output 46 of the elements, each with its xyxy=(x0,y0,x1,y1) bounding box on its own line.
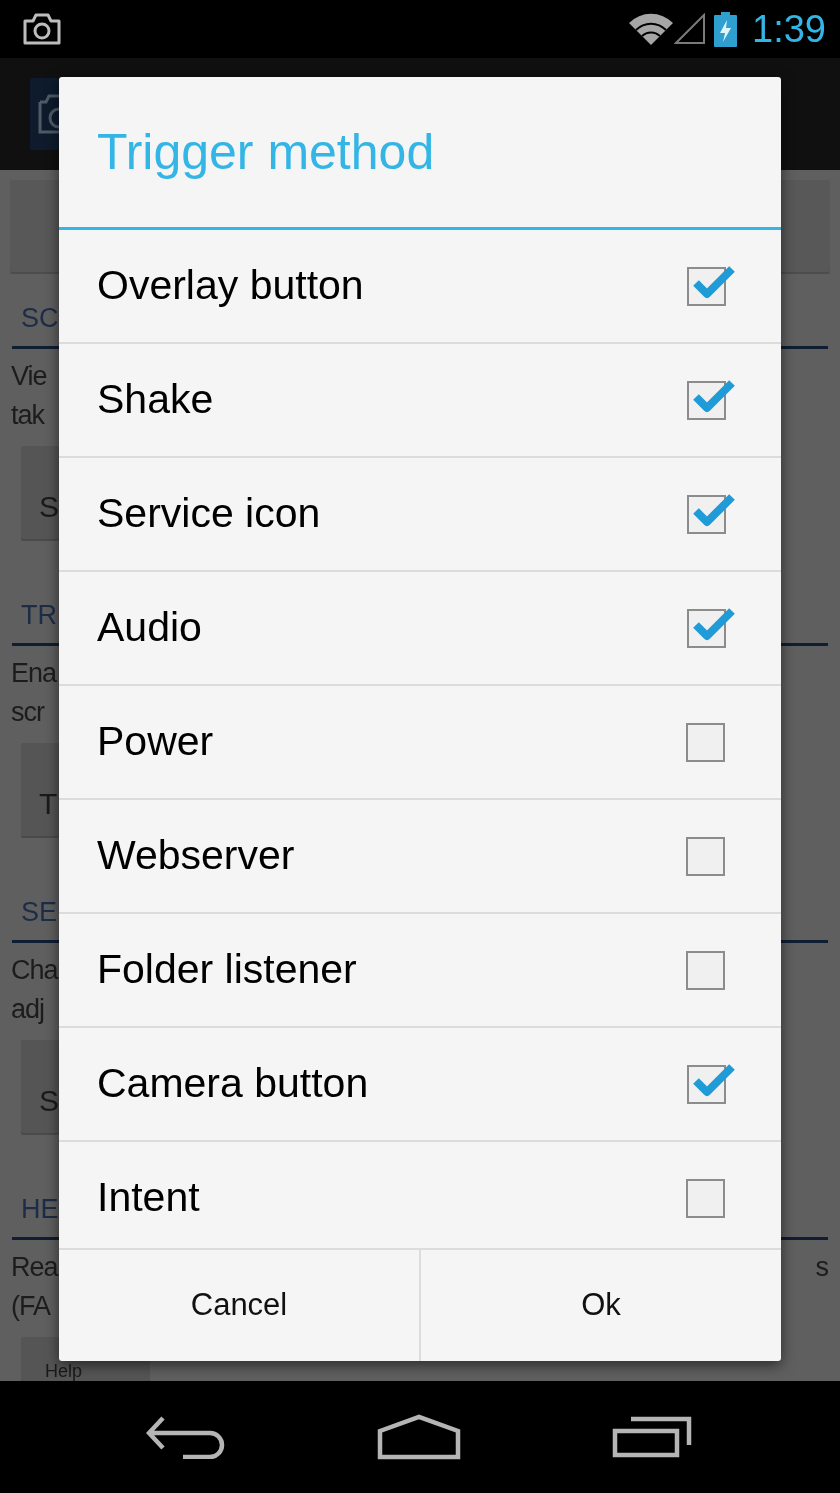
recents-icon[interactable] xyxy=(612,1416,692,1458)
option-label: Folder listener xyxy=(97,945,357,995)
checkbox[interactable] xyxy=(686,378,736,422)
dialog-button[interactable]: Cancel xyxy=(59,1250,419,1361)
description-text: Cha xyxy=(11,954,58,987)
description-text: tak xyxy=(11,399,45,432)
app-button[interactable]: S xyxy=(21,1040,59,1133)
back-icon[interactable] xyxy=(146,1415,226,1459)
description-text: Vie xyxy=(11,360,47,393)
battery-icon xyxy=(714,11,738,47)
dialog-button[interactable]: Ok xyxy=(419,1250,781,1361)
option-label: Shake xyxy=(97,375,214,425)
checkbox[interactable] xyxy=(686,1178,727,1218)
checkbox[interactable] xyxy=(686,264,736,308)
section-header: SE xyxy=(21,898,58,928)
checkbox[interactable] xyxy=(686,1062,736,1106)
option-label: Audio xyxy=(97,603,202,653)
description-text: Rea xyxy=(11,1251,58,1284)
signal-icon xyxy=(674,13,707,45)
description-text: adj xyxy=(11,993,45,1026)
option-label: Camera button xyxy=(97,1059,369,1109)
section-header: TR xyxy=(21,601,57,631)
description-text: (FA xyxy=(11,1290,50,1323)
description-text: s xyxy=(815,1251,828,1284)
checkbox[interactable] xyxy=(686,950,727,990)
app-button[interactable]: S xyxy=(21,446,59,539)
option-label: Power xyxy=(97,717,214,767)
checkbox[interactable] xyxy=(686,492,736,536)
wifi-icon xyxy=(628,13,675,45)
camera-icon xyxy=(22,12,62,46)
section-header: SC xyxy=(21,304,59,334)
app-button[interactable]: T xyxy=(21,743,59,836)
option-label: Webserver xyxy=(97,831,295,881)
option-label: Service icon xyxy=(97,489,321,539)
checkbox[interactable] xyxy=(686,836,727,876)
checkbox[interactable] xyxy=(686,606,736,650)
description-text: scr xyxy=(11,696,44,729)
description-text: Ena xyxy=(11,657,57,690)
clock-time: 1:39 xyxy=(752,10,826,48)
section-header: HE xyxy=(21,1195,59,1225)
checkbox[interactable] xyxy=(686,722,727,762)
option-label: Intent xyxy=(97,1173,200,1223)
home-icon[interactable] xyxy=(377,1414,461,1460)
option-label: Overlay button xyxy=(97,261,364,311)
app-icon xyxy=(30,78,59,150)
dialog-title: Trigger method xyxy=(97,124,435,180)
